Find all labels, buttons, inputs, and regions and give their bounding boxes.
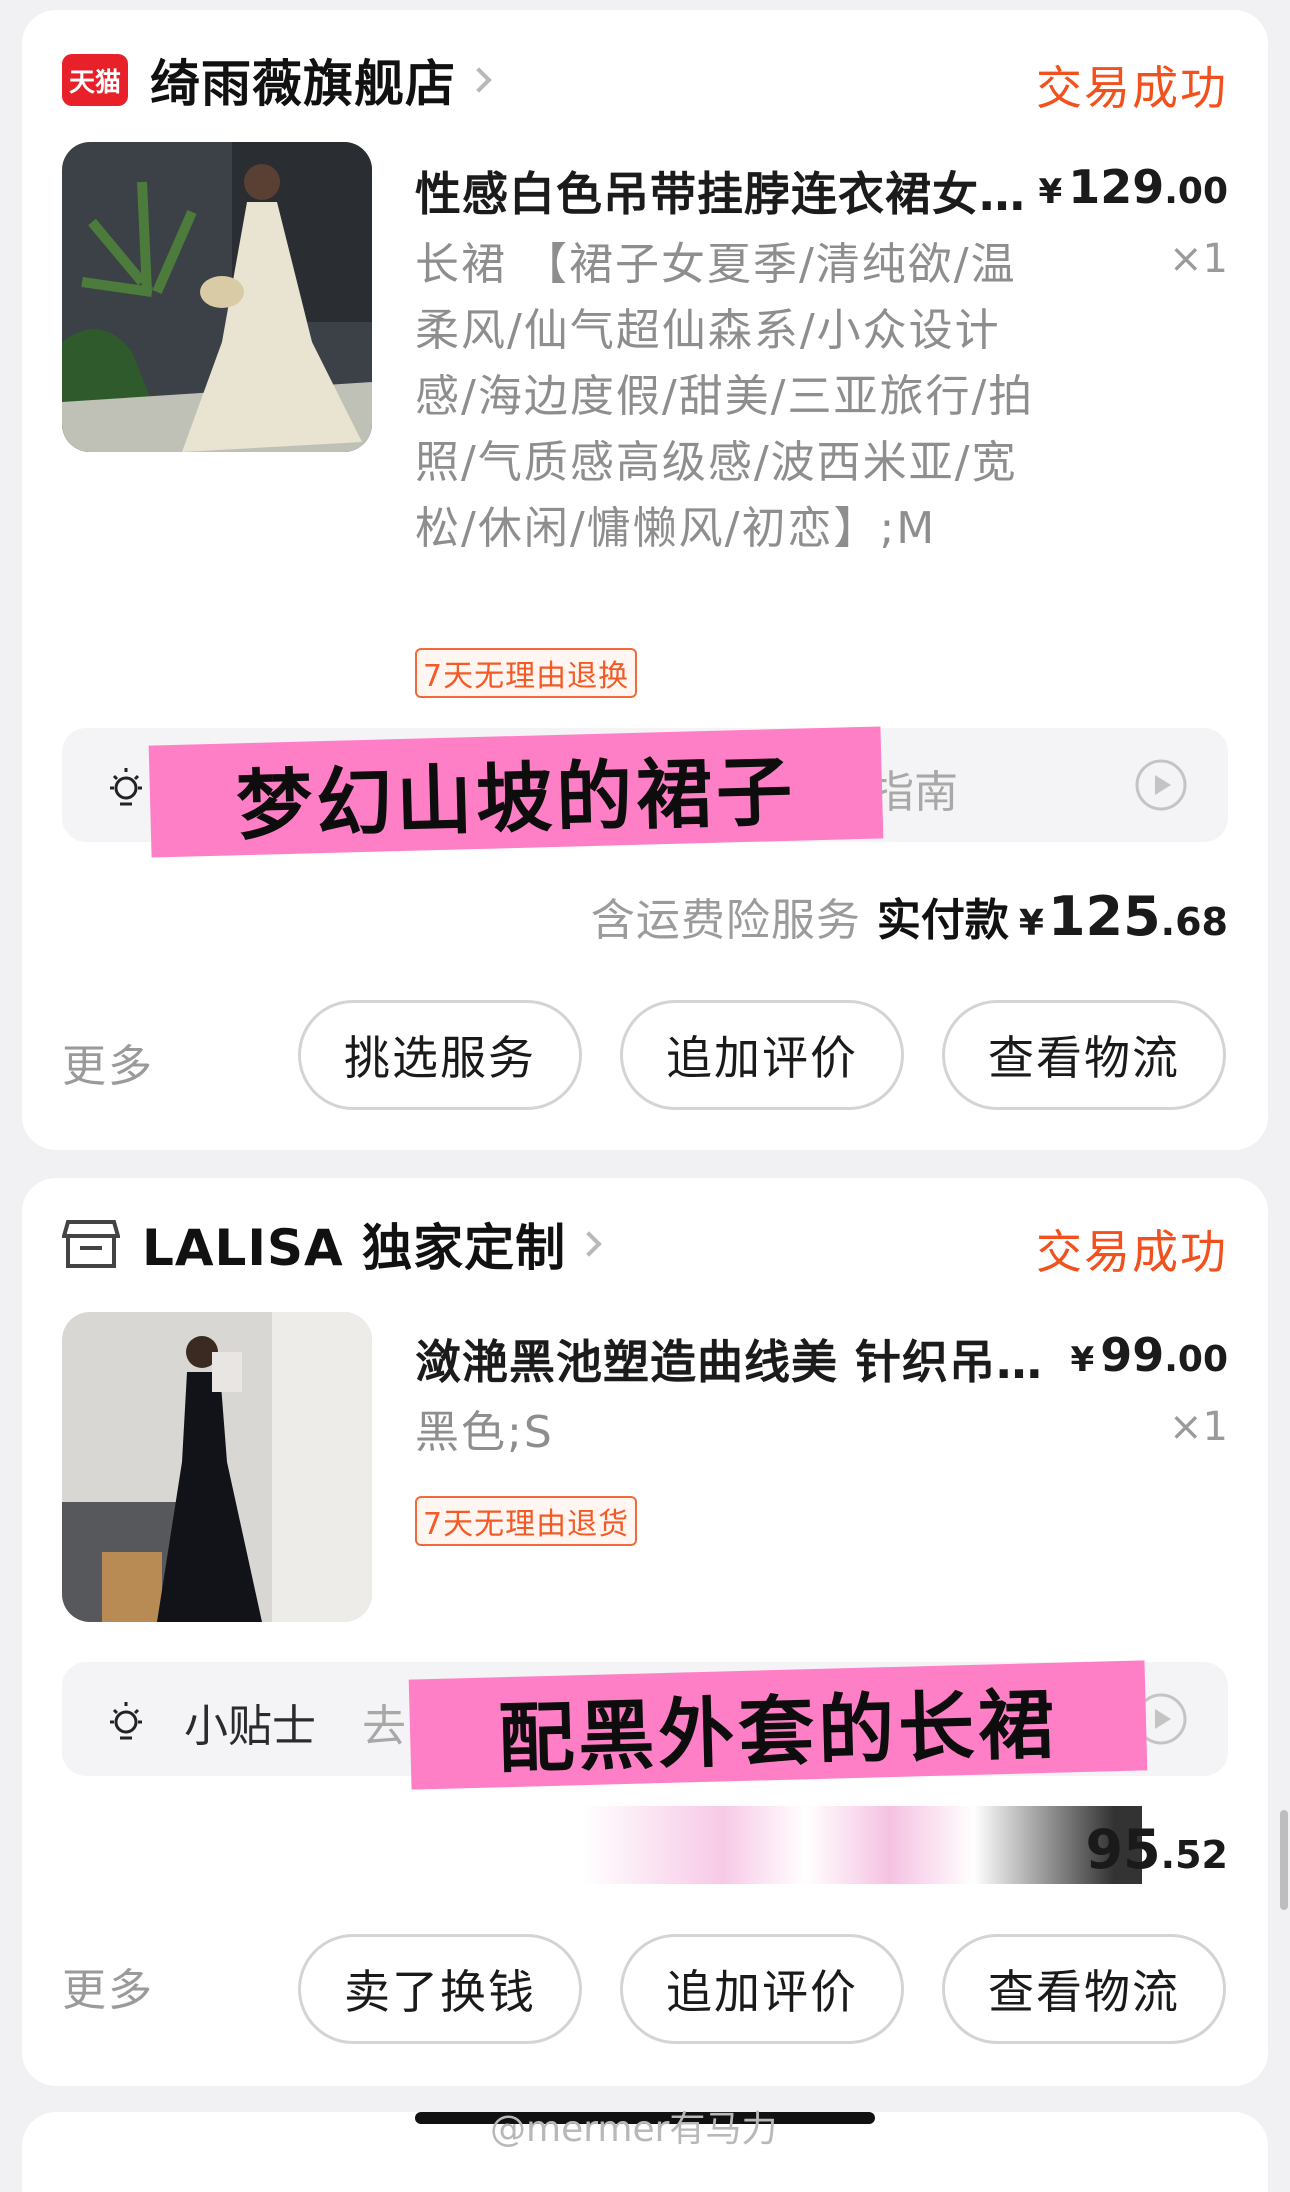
chevron-right-icon <box>576 1231 602 1257</box>
chevron-right-icon <box>466 67 492 93</box>
redacted-area <box>582 1806 1142 1884</box>
product-price: ¥129.00 <box>1038 160 1228 214</box>
select-service-button[interactable]: 挑选服务 <box>298 1000 582 1110</box>
tip-text: 指南 <box>870 767 958 818</box>
tmall-badge-label: 天猫 <box>68 67 121 98</box>
more-button[interactable]: 更多 <box>62 1030 154 1094</box>
scrollbar[interactable] <box>1280 1810 1288 1910</box>
return-policy-tag: 7天无理由退换 <box>415 648 638 698</box>
add-review-button[interactable]: 追加评价 <box>620 1000 904 1110</box>
tip-text: 去 <box>362 1701 406 1752</box>
product-spec: 黑色;S <box>415 1407 554 1458</box>
payment-total: 95.52 <box>1085 1818 1228 1881</box>
order-status: 交易成功 <box>1036 1225 1228 1279</box>
insurance-service-label: 含运费险服务 <box>590 895 861 946</box>
tip-label: 小贴士 <box>184 1701 316 1752</box>
watermark: @mermer有马力 <box>490 2109 778 2150</box>
tmall-badge-icon: 天猫 <box>62 54 128 106</box>
shop-name[interactable]: 绮雨薇旗舰店 <box>150 44 456 116</box>
product-quantity: ×1 <box>1169 1404 1228 1450</box>
add-review-button[interactable]: 追加评价 <box>620 1934 904 2044</box>
order-status: 交易成功 <box>1036 61 1228 115</box>
lightbulb-icon <box>110 768 142 806</box>
product-quantity: ×1 <box>1169 236 1228 282</box>
annotation-sticker: 配黑外套的长裙 <box>408 1660 1148 1790</box>
product-title[interactable]: 潋滟黑池塑造曲线美 针织吊… <box>415 1326 1055 1392</box>
product-title[interactable]: 性感白色吊带挂脖连衣裙女… <box>415 158 1055 224</box>
shop-header[interactable]: LALISA 独家定制 <box>62 1212 602 1277</box>
lightbulb-icon <box>110 1702 142 1740</box>
product-price: ¥99.00 <box>1070 1328 1228 1382</box>
product-spec: 长裙 【裙子女夏季/清纯欲/温柔风/仙气超仙森系/小众设计感/海边度假/甜美/三… <box>415 239 1035 554</box>
resell-button[interactable]: 卖了换钱 <box>298 1934 582 2044</box>
order-card: LALISA 独家定制 交易成功 潋滟黑池塑造曲线美 针织吊… ¥99.00 黑… <box>22 1178 1268 2086</box>
product-thumbnail[interactable] <box>62 1312 372 1622</box>
play-circle-icon[interactable] <box>1134 758 1188 812</box>
shop-header[interactable]: 天猫 绮雨薇旗舰店 <box>62 48 492 113</box>
store-icon <box>62 1220 120 1268</box>
payment-total: 含运费险服务 实付款 ¥125.68 <box>590 885 1228 948</box>
more-button[interactable]: 更多 <box>62 1954 154 2018</box>
shop-name[interactable]: LALISA 独家定制 <box>142 1208 566 1280</box>
order-card: 天猫 绮雨薇旗舰店 交易成功 性感白色吊带挂脖连衣裙女… ¥129.00 长裙 … <box>22 10 1268 1150</box>
view-logistics-button[interactable]: 查看物流 <box>942 1934 1226 2044</box>
return-policy-tag: 7天无理由退货 <box>415 1496 638 1546</box>
view-logistics-button[interactable]: 查看物流 <box>942 1000 1226 1110</box>
annotation-sticker: 梦幻山坡的裙子 <box>148 726 884 858</box>
product-thumbnail[interactable] <box>62 142 372 452</box>
actual-payment-label: 实付款 <box>876 895 1009 946</box>
